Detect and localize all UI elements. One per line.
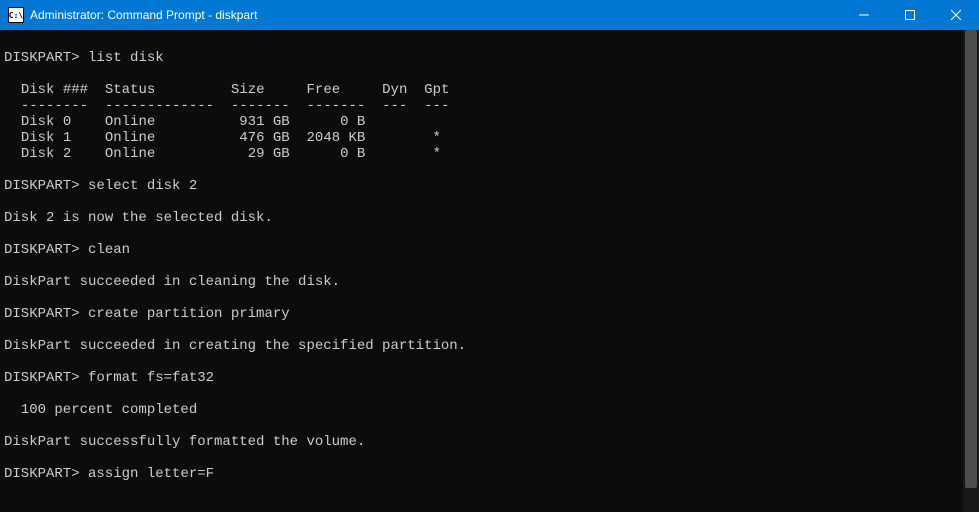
maximize-button[interactable] — [887, 0, 933, 30]
cmd-clean: clean — [88, 242, 130, 258]
scrollbar[interactable] — [963, 30, 979, 512]
msg-clean-ok: DiskPart succeeded in cleaning the disk. — [4, 274, 340, 290]
prompt: DISKPART> — [4, 466, 80, 482]
table-header-row: Disk ### Status Size Free Dyn Gpt — [4, 82, 449, 98]
command-prompt-window: C:\ Administrator: Command Prompt - disk… — [0, 0, 979, 512]
msg-selected: Disk 2 is now the selected disk. — [4, 210, 273, 226]
cmd-select-disk: select disk 2 — [88, 178, 197, 194]
prompt: DISKPART> — [4, 370, 80, 386]
terminal-output[interactable]: DISKPART> list disk Disk ### Status Size… — [0, 30, 979, 512]
titlebar[interactable]: C:\ Administrator: Command Prompt - disk… — [0, 0, 979, 30]
prompt: DISKPART> — [4, 306, 80, 322]
close-button[interactable] — [933, 0, 979, 30]
window-title: Administrator: Command Prompt - diskpart — [30, 8, 841, 22]
minimize-icon — [859, 10, 869, 20]
cmd-icon: C:\ — [8, 7, 24, 23]
cmd-list-disk: list disk — [88, 50, 164, 66]
table-row: Disk 1 Online 476 GB 2048 KB * — [4, 130, 441, 146]
table-row: Disk 2 Online 29 GB 0 B * — [4, 146, 441, 162]
msg-percent: 100 percent completed — [4, 402, 197, 418]
prompt: DISKPART> — [4, 242, 80, 258]
table-separator-row: -------- ------------- ------- ------- -… — [4, 98, 449, 114]
cmd-assign: assign letter=F — [88, 466, 214, 482]
prompt: DISKPART> — [4, 50, 80, 66]
cmd-create-partition: create partition primary — [88, 306, 290, 322]
minimize-button[interactable] — [841, 0, 887, 30]
prompt: DISKPART> — [4, 178, 80, 194]
msg-format-ok: DiskPart successfully formatted the volu… — [4, 434, 365, 450]
maximize-icon — [905, 10, 915, 20]
msg-partition-ok: DiskPart succeeded in creating the speci… — [4, 338, 466, 354]
scrollbar-thumb[interactable] — [965, 30, 977, 488]
cmd-format: format fs=fat32 — [88, 370, 214, 386]
window-controls — [841, 0, 979, 30]
close-icon — [951, 10, 961, 20]
table-row: Disk 0 Online 931 GB 0 B — [4, 114, 433, 130]
